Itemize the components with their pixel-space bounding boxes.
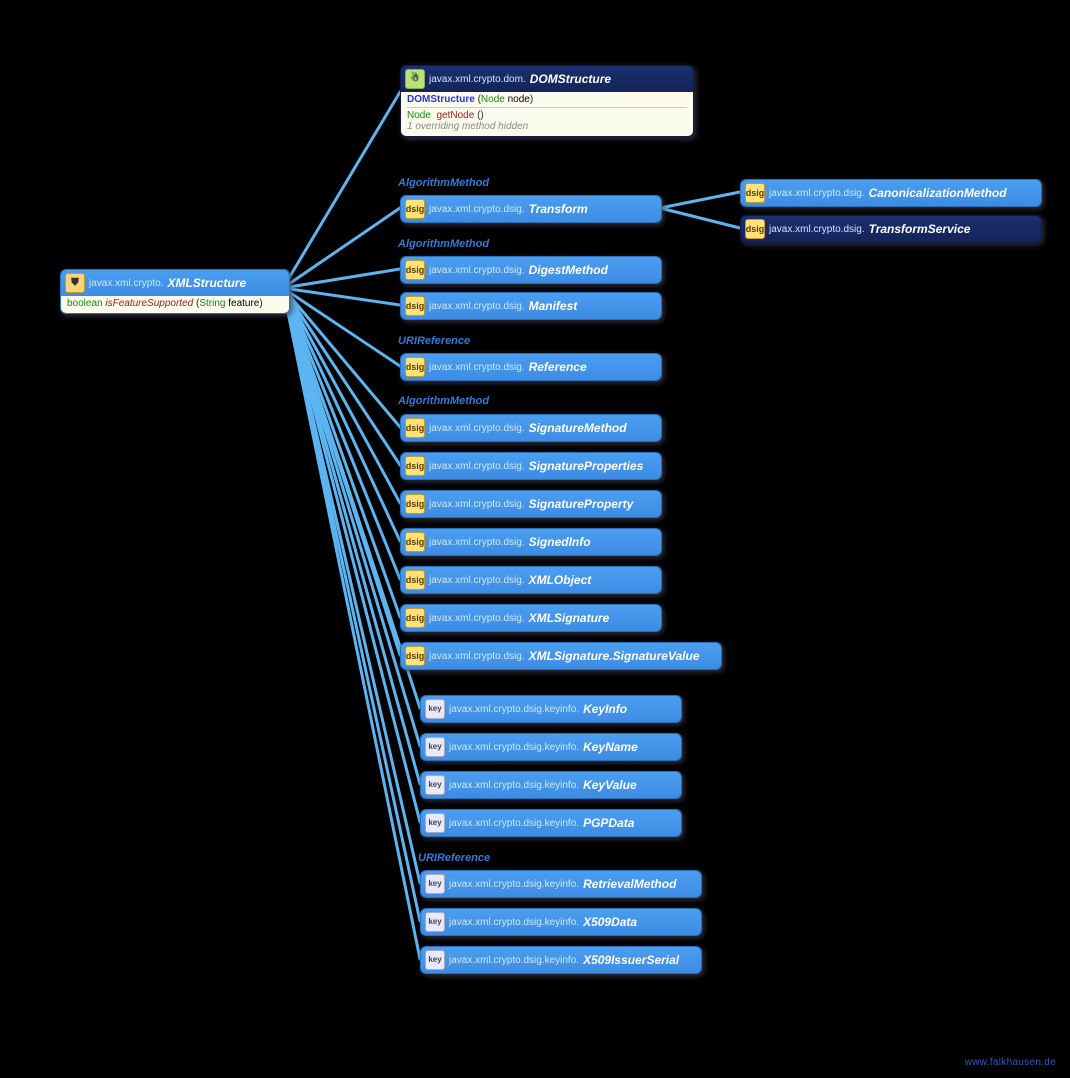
diagram-canvas: { "root": { "pkg": "javax.xml.crypto.", …: [0, 0, 1070, 1078]
iface-label-urireference: URIReference: [418, 852, 490, 864]
iface-label-algorithmmethod: AlgorithmMethod: [398, 238, 489, 250]
dsig-icon: dsig: [745, 219, 765, 239]
class-icon: ⛊: [65, 273, 85, 293]
class-keyvalue[interactable]: key javax.xml.crypto.dsig.keyinfo.KeyVal…: [420, 771, 682, 799]
class-signatureproperties[interactable]: dsig javax.xml.crypto.dsig.SignatureProp…: [400, 452, 662, 480]
key-icon: key: [425, 874, 445, 894]
class-body: boolean isFeatureSupported (String featu…: [61, 296, 289, 313]
class-transformservice[interactable]: dsig javax.xml.crypto.dsig.TransformServ…: [740, 215, 1042, 243]
class-xmlsignature[interactable]: dsig javax.xml.crypto.dsig.XMLSignature: [400, 604, 662, 632]
dsig-icon: dsig: [405, 199, 425, 219]
class-signatureproperty[interactable]: dsig javax.xml.crypto.dsig.SignatureProp…: [400, 490, 662, 518]
iface-label-urireference: URIReference: [398, 335, 470, 347]
class-name: DOMStructure: [530, 72, 611, 86]
iface-label-algorithmmethod: AlgorithmMethod: [398, 177, 489, 189]
class-canonicalizationmethod[interactable]: dsig javax.xml.crypto.dsig.Canonicalizat…: [740, 179, 1042, 207]
watermark: www.falkhausen.de: [965, 1057, 1056, 1068]
iface-label-algorithmmethod: AlgorithmMethod: [398, 395, 489, 407]
class-digestmethod[interactable]: dsig javax.xml.crypto.dsig.DigestMethod: [400, 256, 662, 284]
class-signaturemethod[interactable]: dsig javax.xml.crypto.dsig.SignatureMeth…: [400, 414, 662, 442]
class-transform[interactable]: dsig javax.xml.crypto.dsig.Transform: [400, 195, 662, 223]
class-manifest[interactable]: dsig javax.xml.crypto.dsig.Manifest: [400, 292, 662, 320]
dsig-icon: dsig: [405, 296, 425, 316]
pkg-label: javax.xml.crypto.: [89, 278, 163, 289]
class-keyname[interactable]: key javax.xml.crypto.dsig.keyinfo.KeyNam…: [420, 733, 682, 761]
dsig-icon: dsig: [405, 418, 425, 438]
dsig-icon: dsig: [405, 570, 425, 590]
class-signedinfo[interactable]: dsig javax.xml.crypto.dsig.SignedInfo: [400, 528, 662, 556]
class-body: DOMStructure (Node node) Node getNode ()…: [401, 92, 693, 136]
key-icon: key: [425, 699, 445, 719]
dsig-icon: dsig: [405, 532, 425, 552]
class-x509issuerserial[interactable]: key javax.xml.crypto.dsig.keyinfo.X509Is…: [420, 946, 702, 974]
class-name: XMLStructure: [167, 276, 246, 290]
key-icon: key: [425, 950, 445, 970]
dsig-icon: dsig: [405, 494, 425, 514]
class-xmlsignature-signaturevalue[interactable]: dsig javax.xml.crypto.dsig.XMLSignature.…: [400, 642, 722, 670]
class-pgpdata[interactable]: key javax.xml.crypto.dsig.keyinfo.PGPDat…: [420, 809, 682, 837]
class-x509data[interactable]: key javax.xml.crypto.dsig.keyinfo.X509Da…: [420, 908, 702, 936]
key-icon: key: [425, 737, 445, 757]
pkg-label: javax.xml.crypto.dom.: [429, 74, 526, 85]
class-domstructure[interactable]: ☃ javax.xml.crypto.dom. DOMStructure DOMS…: [400, 65, 694, 137]
class-retrievalmethod[interactable]: key javax.xml.crypto.dsig.keyinfo.Retrie…: [420, 870, 702, 898]
class-keyinfo[interactable]: key javax.xml.crypto.dsig.keyinfo.KeyInf…: [420, 695, 682, 723]
dsig-icon: dsig: [745, 183, 765, 203]
key-icon: key: [425, 912, 445, 932]
dsig-icon: dsig: [405, 646, 425, 666]
class-xmlobject[interactable]: dsig javax.xml.crypto.dsig.XMLObject: [400, 566, 662, 594]
class-xmlstructure[interactable]: ⛊ javax.xml.crypto. XMLStructure boolean …: [60, 269, 290, 314]
dsig-icon: dsig: [405, 608, 425, 628]
class-icon: ☃: [405, 69, 425, 89]
dsig-icon: dsig: [405, 357, 425, 377]
key-icon: key: [425, 813, 445, 833]
key-icon: key: [425, 775, 445, 795]
class-reference[interactable]: dsig javax.xml.crypto.dsig.Reference: [400, 353, 662, 381]
dsig-icon: dsig: [405, 260, 425, 280]
dsig-icon: dsig: [405, 456, 425, 476]
